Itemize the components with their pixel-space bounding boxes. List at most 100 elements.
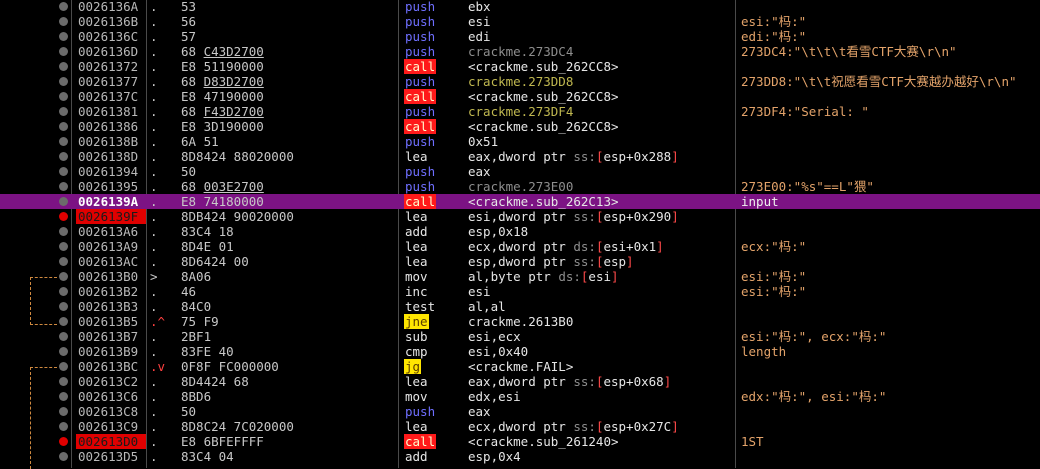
- instruction-row[interactable]: 00261372. E8 51190000 call <crackme.sub_262…: [0, 59, 1040, 74]
- address-cell[interactable]: 002613D5: [76, 449, 146, 464]
- address-cell[interactable]: 002613B5: [76, 314, 146, 329]
- instruction-row[interactable]: 002613B9. 83FE 40 cmp esi,0x40 length: [0, 344, 1040, 359]
- address-cell[interactable]: 0026136C: [76, 29, 146, 44]
- breakpoint-slot[interactable]: [59, 47, 68, 56]
- breakpoint-slot[interactable]: [59, 122, 68, 131]
- breakpoint-slot[interactable]: [59, 77, 68, 86]
- breakpoint-slot[interactable]: [59, 452, 68, 461]
- breakpoint-dot[interactable]: [59, 437, 68, 446]
- breakpoint-slot[interactable]: [59, 317, 68, 326]
- instruction-row[interactable]: 00261381. 68 F43D2700 push crackme.273DF4 27…: [0, 104, 1040, 119]
- instruction-row[interactable]: 00261395. 68 003E2700 push crackme.273E00 27…: [0, 179, 1040, 194]
- address-cell[interactable]: 00261386: [76, 119, 146, 134]
- breakpoint-slot[interactable]: [59, 92, 68, 101]
- address-cell[interactable]: 002613C8: [76, 404, 146, 419]
- address-cell[interactable]: 0026136B: [76, 14, 146, 29]
- instruction-row[interactable]: 002613C8. 50 push eax: [0, 404, 1040, 419]
- address-cell[interactable]: 002613A6: [76, 224, 146, 239]
- instruction-row[interactable]: 002613B2. 46 inc esi esi:"杩:": [0, 284, 1040, 299]
- address-cell[interactable]: 002613C2: [76, 374, 146, 389]
- address-cell[interactable]: 002613AC: [76, 254, 146, 269]
- instruction-row[interactable]: 002613BC .v 0F8F FC000000 jg <crackme.FAIL>: [0, 359, 1040, 374]
- address-cell[interactable]: 0026139F: [76, 209, 146, 224]
- branch-marker: .: [150, 14, 158, 29]
- breakpoint-slot[interactable]: [59, 407, 68, 416]
- address-cell[interactable]: 002613C9: [76, 419, 146, 434]
- operands: crackme.273DC4: [468, 44, 574, 59]
- breakpoint-dot[interactable]: [59, 212, 68, 221]
- instruction-row[interactable]: 0026136A. 53 push ebx: [0, 0, 1040, 14]
- instruction-row[interactable]: 002613B0 >8A06 mov al,byte ptr ds:[esi] esi:…: [0, 269, 1040, 284]
- address-cell[interactable]: 00261377: [76, 74, 146, 89]
- instruction-row[interactable]: 00261377. 68 D83D2700 push crackme.273DD8 27…: [0, 74, 1040, 89]
- breakpoint-slot[interactable]: [59, 62, 68, 71]
- address-cell[interactable]: 00261372: [76, 59, 146, 74]
- instruction-row[interactable]: 002613C9. 8D8C24 7C020000 lea ecx,dword ptr…: [0, 419, 1040, 434]
- instruction-row[interactable]: 0026136B. 56 push esi esi:"杩:": [0, 14, 1040, 29]
- instruction-row[interactable]: 0026139A. E8 74180000 call <crackme.sub_262…: [0, 194, 1040, 209]
- disassembly-view[interactable]: 0026136A. 53 push ebx 0026136B. 56 push esi esi:…: [0, 0, 1040, 469]
- address-cell[interactable]: 0026138B: [76, 134, 146, 149]
- breakpoint-slot[interactable]: [59, 227, 68, 236]
- instruction-row[interactable]: 002613B7. 2BF1 sub esi,ecx esi:"杩:", ecx:"杩:…: [0, 329, 1040, 344]
- comment-cell: [741, 419, 1040, 434]
- breakpoint-slot[interactable]: [59, 107, 68, 116]
- breakpoint-slot[interactable]: [59, 347, 68, 356]
- breakpoint-slot[interactable]: [59, 2, 68, 11]
- breakpoint-slot[interactable]: [59, 272, 68, 281]
- instruction-row[interactable]: 00261394. 50 push eax: [0, 164, 1040, 179]
- comment-cell: [741, 164, 1040, 179]
- instruction-row[interactable]: 0026139F. 8DB424 90020000 lea esi,dword ptr…: [0, 209, 1040, 224]
- breakpoint-slot[interactable]: [59, 257, 68, 266]
- breakpoint-slot[interactable]: [59, 392, 68, 401]
- address-cell[interactable]: 002613D0: [76, 434, 146, 449]
- breakpoint-slot[interactable]: [59, 422, 68, 431]
- instruction-row[interactable]: 002613D0. E8 6BFEFFFF call <crackme.sub_261…: [0, 434, 1040, 449]
- address-cell[interactable]: 002613B9: [76, 344, 146, 359]
- instruction-row[interactable]: 002613A9. 8D4E 01 lea ecx,dword ptr ds:[esi…: [0, 239, 1040, 254]
- instruction-row[interactable]: 0026137C. E8 47190000 call <crackme.sub_262…: [0, 89, 1040, 104]
- breakpoint-slot[interactable]: [59, 137, 68, 146]
- address-cell[interactable]: 0026139A: [76, 194, 146, 209]
- breakpoint-slot[interactable]: [59, 242, 68, 251]
- address-cell[interactable]: 00261381: [76, 104, 146, 119]
- instruction-row[interactable]: 002613D5. 83C4 04 add esp,0x4: [0, 449, 1040, 464]
- instruction-row[interactable]: 0026136D. 68 C43D2700 push crackme.273DC4 27…: [0, 44, 1040, 59]
- breakpoint-slot[interactable]: [59, 362, 68, 371]
- breakpoint-slot[interactable]: [59, 152, 68, 161]
- breakpoint-slot[interactable]: [59, 182, 68, 191]
- breakpoint-slot[interactable]: [59, 287, 68, 296]
- instruction-row[interactable]: 002613B5 .^ 75 F9 jne crackme.2613B0: [0, 314, 1040, 329]
- address-cell[interactable]: 0026137C: [76, 89, 146, 104]
- instruction-row[interactable]: 002613C2. 8D4424 68 lea eax,dword ptr ss:[e…: [0, 374, 1040, 389]
- opcode-bytes: 8DB424 90020000: [181, 209, 294, 224]
- breakpoint-slot[interactable]: [59, 167, 68, 176]
- instruction-row[interactable]: 002613A6. 83C4 18 add esp,0x18: [0, 224, 1040, 239]
- breakpoint-slot[interactable]: [59, 17, 68, 26]
- address-cell[interactable]: 0026136D: [76, 44, 146, 59]
- instruction-row[interactable]: 002613B3. 84C0 test al,al: [0, 299, 1040, 314]
- address-cell[interactable]: 002613B2: [76, 284, 146, 299]
- breakpoint-slot[interactable]: [59, 377, 68, 386]
- instruction-row[interactable]: 00261386. E8 3D190000 call <crackme.sub_262…: [0, 119, 1040, 134]
- address-cell[interactable]: 0026138D: [76, 149, 146, 164]
- address-cell[interactable]: 002613B3: [76, 299, 146, 314]
- address-cell[interactable]: 00261395: [76, 179, 146, 194]
- breakpoint-slot[interactable]: [59, 332, 68, 341]
- instruction-row[interactable]: 0026138B. 6A 51 push 0x51: [0, 134, 1040, 149]
- address-cell[interactable]: 002613BC: [76, 359, 146, 374]
- opcode-bytes: 83C4 04: [181, 449, 234, 464]
- address-cell[interactable]: 002613B7: [76, 329, 146, 344]
- instruction-row[interactable]: 0026138D. 8D8424 88020000 lea eax,dword ptr…: [0, 149, 1040, 164]
- address-cell[interactable]: 002613A9: [76, 239, 146, 254]
- address-cell[interactable]: 00261394: [76, 164, 146, 179]
- breakpoint-slot[interactable]: [59, 302, 68, 311]
- instruction-row[interactable]: 002613C6. 8BD6 mov edx,esi edx:"杩:", esi:"杩:…: [0, 389, 1040, 404]
- address-cell[interactable]: 002613B0: [76, 269, 146, 284]
- breakpoint-slot[interactable]: [59, 32, 68, 41]
- address-cell[interactable]: 0026136A: [76, 0, 146, 14]
- breakpoint-slot[interactable]: [59, 197, 68, 206]
- address-cell[interactable]: 002613C6: [76, 389, 146, 404]
- instruction-row[interactable]: 0026136C. 57 push edi edi:"杩:": [0, 29, 1040, 44]
- instruction-row[interactable]: 002613AC. 8D6424 00 lea esp,dword ptr ss:[e…: [0, 254, 1040, 269]
